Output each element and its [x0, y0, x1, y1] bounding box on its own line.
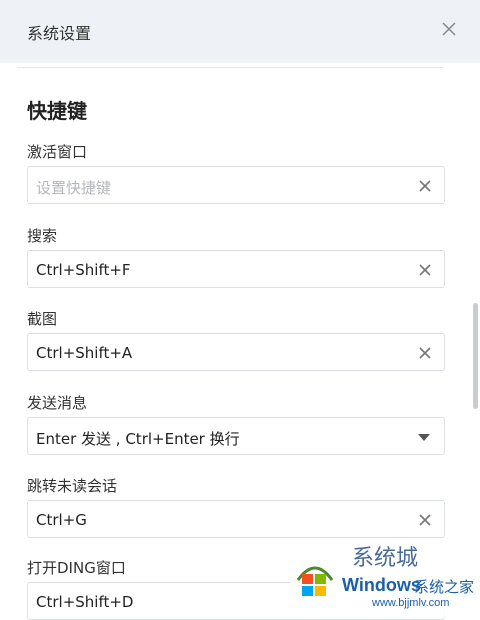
section-title: 快捷键 [27, 99, 87, 123]
field-label-search: 搜索 [27, 227, 58, 245]
clear-icon [419, 264, 431, 276]
send-message-select[interactable]: Enter 发送 , Ctrl+Enter 换行 [27, 417, 445, 455]
send-message-value: Enter 发送 , Ctrl+Enter 换行 [36, 430, 240, 448]
field-label-open-ding: 打开DING窗口 [27, 559, 126, 577]
field-label-send-message: 发送消息 [27, 394, 88, 412]
search-shortcut-value: Ctrl+Shift+F [36, 261, 131, 279]
activate-window-input[interactable]: 设置快捷键 [27, 166, 445, 204]
search-shortcut-input[interactable]: Ctrl+Shift+F [27, 250, 445, 288]
screenshot-shortcut-clear-button[interactable] [417, 345, 433, 361]
open-ding-shortcut-value: Ctrl+Shift+D [36, 593, 134, 611]
clear-icon [419, 347, 431, 359]
watermark-url: www.bjjmlv.com [372, 597, 450, 609]
windows-logo-icon [296, 566, 334, 596]
title-bar: 系统设置 [0, 0, 480, 63]
clear-icon [419, 514, 431, 526]
watermark-top-text: 系统城 [352, 546, 419, 571]
watermark: 系统城 Windows 系统之家 www.bjjmlv.com [290, 540, 480, 617]
field-label-screenshot: 截图 [27, 310, 58, 328]
close-icon [442, 22, 456, 36]
activate-window-placeholder: 设置快捷键 [36, 179, 112, 197]
jump-unread-shortcut-input[interactable]: Ctrl+G [27, 500, 445, 538]
search-shortcut-clear-button[interactable] [417, 262, 433, 278]
field-label-activate-window: 激活窗口 [27, 143, 88, 161]
watermark-brand: Windows [342, 575, 421, 595]
field-label-jump-unread: 跳转未读会话 [27, 477, 118, 495]
screenshot-shortcut-input[interactable]: Ctrl+Shift+A [27, 333, 445, 371]
close-button[interactable] [438, 18, 460, 40]
screenshot-shortcut-value: Ctrl+Shift+A [36, 344, 133, 362]
header-divider [17, 67, 443, 68]
clear-icon [419, 180, 431, 192]
scrollbar-thumb[interactable] [473, 303, 478, 409]
caret-down-icon[interactable] [418, 434, 430, 441]
watermark-brand-cn: 系统之家 [414, 578, 475, 596]
activate-window-clear-button[interactable] [417, 178, 433, 194]
jump-unread-shortcut-value: Ctrl+G [36, 511, 87, 529]
jump-unread-clear-button[interactable] [417, 512, 433, 528]
window-title: 系统设置 [27, 24, 92, 43]
